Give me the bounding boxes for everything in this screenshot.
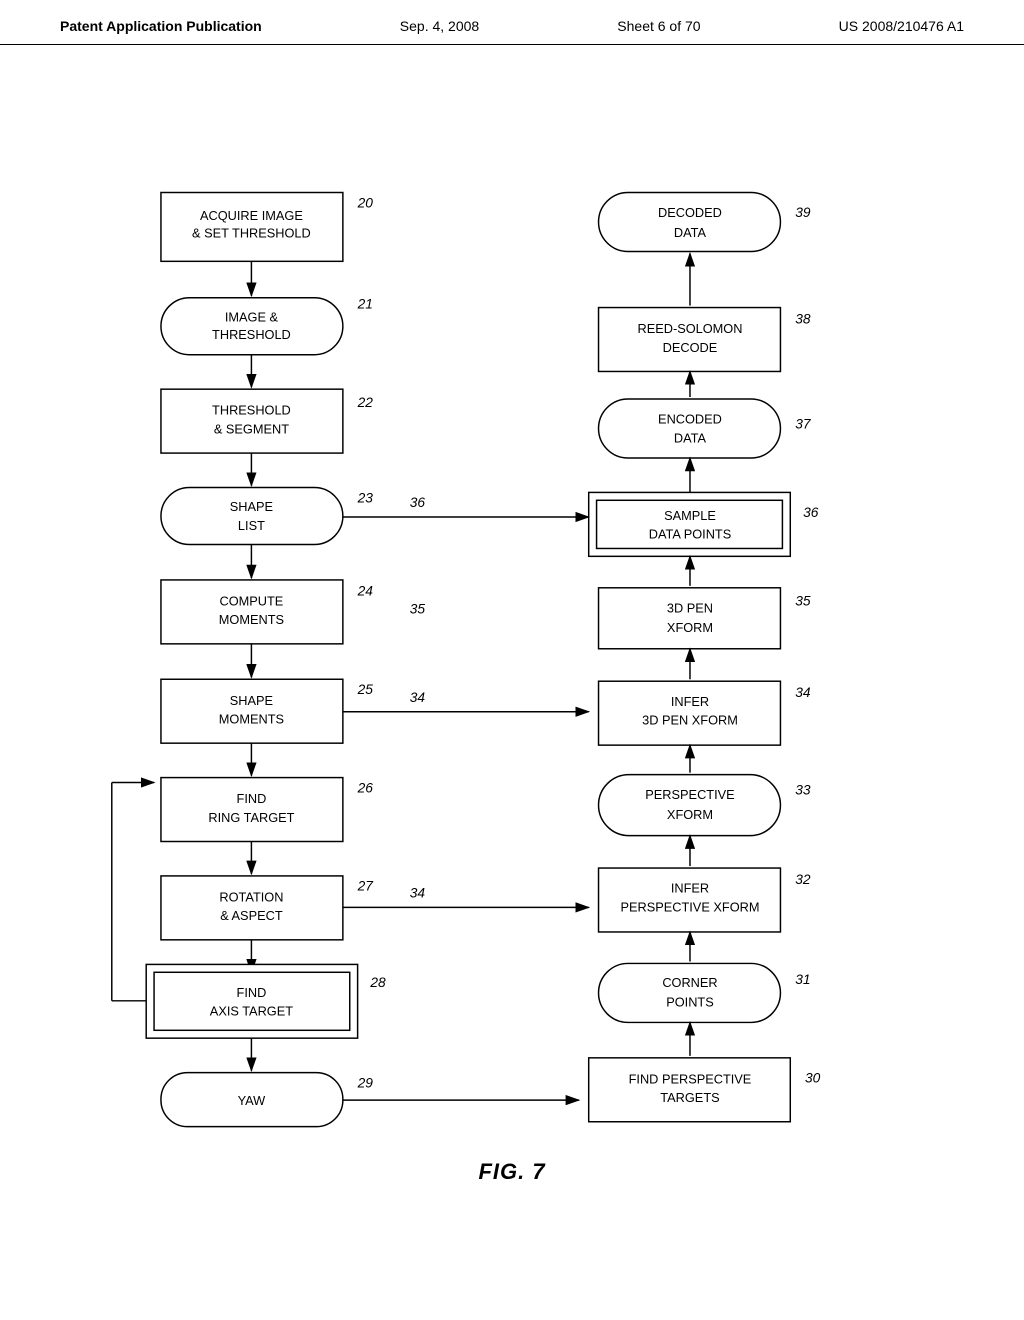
node-28-label2: AXIS TARGET: [210, 1004, 293, 1019]
node-31-label2: POINTS: [666, 995, 714, 1010]
node-30-label: FIND PERSPECTIVE: [629, 1071, 752, 1086]
node-26-label: FIND: [237, 791, 267, 806]
node-37: [599, 399, 781, 458]
node-38-label2: DECODE: [663, 340, 718, 355]
node-28-ref: 28: [369, 975, 386, 990]
node-29-ref: 29: [357, 1075, 374, 1090]
ref-32-label: 34: [410, 886, 426, 901]
node-24-ref: 24: [357, 584, 374, 599]
figure-caption: FIG. 7: [478, 1159, 545, 1185]
node-32-label2: PERSPECTIVE XFORM: [620, 899, 759, 914]
node-35: [599, 588, 781, 649]
node-32-ref: 32: [795, 872, 811, 887]
node-21-label: IMAGE &: [225, 309, 279, 324]
node-20-ref: 20: [357, 195, 374, 210]
node-39: [599, 193, 781, 252]
ref-36-label: 36: [410, 495, 426, 510]
node-32-label: INFER: [671, 881, 709, 896]
node-21-label2: THRESHOLD: [212, 327, 291, 342]
node-35-label: 3D PEN: [667, 600, 713, 615]
node-22-ref: 22: [357, 395, 374, 410]
node-31-ref: 31: [795, 972, 810, 987]
node-35-label2: XFORM: [667, 620, 713, 635]
node-37-ref: 37: [795, 417, 812, 432]
node-37-label2: DATA: [674, 430, 707, 445]
header: Patent Application Publication Sep. 4, 2…: [0, 0, 1024, 45]
flowchart-svg: ACQUIRE IMAGE & SET THRESHOLD 20 IMAGE &…: [0, 45, 1024, 1225]
node-23-label: SHAPE: [230, 499, 273, 514]
node-38-label: REED-SOLOMON: [637, 321, 742, 336]
header-publication-label: Patent Application Publication: [60, 18, 262, 34]
node-39-label2: DATA: [674, 225, 707, 240]
node-23-label2: LIST: [238, 518, 265, 533]
ref-35-label: 35: [410, 601, 426, 616]
node-25-label: SHAPE: [230, 693, 273, 708]
node-25-ref: 25: [357, 682, 374, 697]
node-28-label: FIND: [237, 985, 267, 1000]
header-patent-number: US 2008/210476 A1: [839, 18, 964, 34]
node-22-label: THRESHOLD: [212, 403, 291, 418]
node-35-ref: 35: [795, 594, 811, 609]
node-34-ref: 34: [795, 685, 811, 700]
node-34-label2: 3D PEN XFORM: [642, 712, 738, 727]
node-24-label2: MOMENTS: [219, 612, 284, 627]
node-24-label: COMPUTE: [219, 594, 283, 609]
diagram-area: ACQUIRE IMAGE & SET THRESHOLD 20 IMAGE &…: [0, 45, 1024, 1225]
node-33-ref: 33: [795, 782, 811, 797]
node-39-ref: 39: [795, 205, 811, 220]
node-28-inner: [154, 972, 350, 1030]
node-27-label2: & ASPECT: [220, 908, 283, 923]
node-26-ref: 26: [357, 780, 374, 795]
node-39-label: DECODED: [658, 205, 722, 220]
node-30-label2: TARGETS: [660, 1090, 719, 1105]
node-23-ref: 23: [357, 490, 374, 505]
node-21-ref: 21: [357, 297, 373, 312]
node-27-ref: 27: [357, 879, 375, 894]
node-27-label: ROTATION: [219, 889, 283, 904]
node-36-label: SAMPLE: [664, 508, 716, 523]
node-22-label2: & SEGMENT: [214, 421, 289, 436]
node-31: [599, 963, 781, 1022]
node-26-label2: RING TARGET: [208, 810, 294, 825]
node-29-label: YAW: [238, 1093, 266, 1108]
header-date: Sep. 4, 2008: [400, 18, 479, 34]
node-31-label: CORNER: [662, 975, 717, 990]
page: Patent Application Publication Sep. 4, 2…: [0, 0, 1024, 1320]
node-25-label2: MOMENTS: [219, 712, 284, 727]
node-37-label: ENCODED: [658, 412, 722, 427]
node-33-label: PERSPECTIVE: [645, 787, 734, 802]
node-38-ref: 38: [795, 311, 811, 326]
node-30-ref: 30: [805, 1070, 821, 1085]
node-33: [599, 775, 781, 836]
node-36-label2: DATA POINTS: [649, 527, 732, 542]
header-sheet: Sheet 6 of 70: [617, 18, 700, 34]
node-23: [161, 488, 343, 545]
node-34-label: INFER: [671, 694, 709, 709]
node-20-label2: & SET THRESHOLD: [192, 226, 311, 241]
node-20-label: ACQUIRE IMAGE: [200, 208, 303, 223]
node-36-ref: 36: [803, 505, 819, 520]
node-33-label2: XFORM: [667, 807, 713, 822]
ref-34-label: 34: [410, 690, 426, 705]
